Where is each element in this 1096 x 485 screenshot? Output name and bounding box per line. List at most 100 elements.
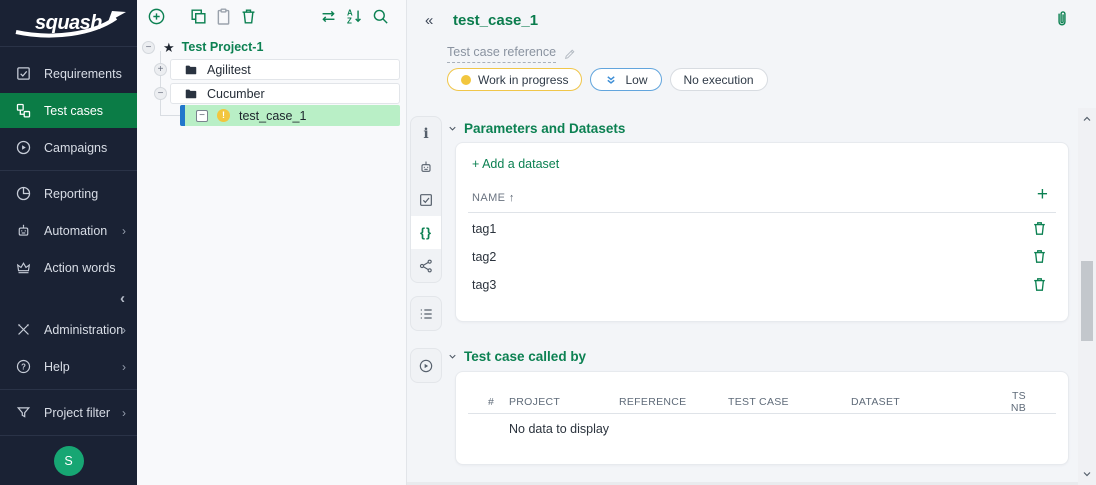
submenu-chevron-icon: › — [122, 406, 126, 420]
copy-button[interactable] — [189, 7, 208, 26]
anchor-group-executions — [410, 348, 442, 383]
automation-robot-icon — [15, 222, 32, 239]
attachments-paperclip-icon[interactable] — [1052, 9, 1072, 29]
sidebar-item-requirements[interactable]: Requirements — [0, 56, 137, 91]
dataset-name: tag2 — [472, 250, 496, 264]
share-icon — [418, 258, 434, 274]
table-header-divider — [468, 413, 1056, 414]
delete-dataset-icon[interactable] — [1031, 276, 1048, 293]
execution-badge-label: No execution — [684, 73, 754, 87]
information-tab[interactable]: i — [411, 117, 441, 150]
checkbox-minus-icon[interactable]: − — [196, 110, 208, 122]
sidebar-item-test-cases[interactable]: Test cases — [0, 93, 137, 128]
tree-connector — [160, 115, 180, 116]
tree-folder-cucumber[interactable]: Cucumber — [170, 83, 400, 104]
work-in-progress-status-icon: ! — [217, 109, 230, 122]
project-filter-funnel-icon — [15, 404, 32, 421]
submenu-chevron-icon: › — [122, 360, 126, 374]
folder-icon — [184, 63, 198, 77]
tree-root-project[interactable]: ★ Test Project-1 — [163, 37, 263, 57]
collapse-panel-button[interactable]: « — [425, 12, 433, 29]
chevron-down-icon — [447, 351, 458, 362]
sidebar-item-automation[interactable]: Automation › — [0, 213, 137, 248]
create-new-button[interactable] — [147, 7, 166, 26]
dataset-row[interactable]: tag1 — [456, 215, 1068, 243]
sidebar-item-administration[interactable]: Administration › — [0, 312, 137, 347]
column-reference: REFERENCE — [619, 396, 728, 408]
test-case-label: test_case_1 — [239, 109, 306, 123]
sidebar-item-help[interactable]: ? Help › — [0, 349, 137, 384]
dataset-row[interactable]: tag2 — [456, 243, 1068, 271]
automation-tab[interactable] — [411, 150, 441, 183]
steps-list-tab[interactable] — [411, 297, 441, 330]
sidebar-item-project-filter[interactable]: Project filter › — [0, 395, 137, 430]
sidebar-collapse-row: ‹ — [0, 287, 137, 310]
anchor-group-main: i {} — [410, 116, 442, 283]
app-logo[interactable]: squash — [0, 0, 137, 47]
dataset-name: tag1 — [472, 222, 496, 236]
search-button[interactable] — [371, 7, 390, 26]
folder-label: Cucumber — [207, 87, 265, 101]
name-column-label: NAME — [472, 192, 505, 204]
list-icon — [418, 306, 434, 322]
edit-pencil-icon[interactable] — [563, 47, 577, 61]
collapse-sidebar-icon[interactable]: ‹ — [120, 290, 125, 307]
called-by-share-tab[interactable] — [411, 249, 441, 282]
paste-button[interactable] — [214, 7, 233, 26]
scroll-up-icon[interactable] — [1081, 113, 1093, 125]
tree-connector — [160, 51, 161, 116]
vertical-scrollbar[interactable] — [1078, 108, 1096, 485]
tree-item-test-case-1-selected[interactable]: − ! test_case_1 — [180, 105, 400, 126]
sidebar-item-label: Campaigns — [44, 141, 107, 155]
delete-button[interactable] — [239, 7, 258, 26]
campaigns-icon — [15, 139, 32, 156]
name-column-header[interactable]: NAME ↑ — [472, 192, 515, 204]
table-header-divider — [468, 212, 1056, 213]
dataset-row[interactable]: tag3 — [456, 271, 1068, 299]
test-case-tree-panel: AZ − ★ Test Project-1 + Agilitest − Cucu… — [137, 0, 407, 485]
folder-label: Agilitest — [207, 63, 251, 77]
importance-badge[interactable]: Low — [590, 68, 661, 91]
tree-folder-agilitest[interactable]: Agilitest — [170, 59, 400, 80]
expand-node-button[interactable]: + — [154, 63, 167, 76]
badges-row: Work in progress Low No execution — [447, 68, 768, 91]
delete-dataset-icon[interactable] — [1031, 248, 1048, 265]
svg-text:Z: Z — [347, 17, 352, 26]
empty-table-message: No data to display — [509, 422, 609, 436]
sidebar-item-action-words[interactable]: Action words — [0, 250, 137, 285]
anchor-group-steps — [410, 296, 442, 331]
transfer-button[interactable] — [319, 7, 338, 26]
sidebar-item-reporting[interactable]: Reporting — [0, 176, 137, 211]
verified-requirements-tab[interactable] — [411, 183, 441, 216]
add-dataset-row-button[interactable]: + — [1037, 185, 1048, 204]
sort-az-button[interactable]: AZ — [345, 7, 364, 26]
called-by-card: # PROJECT REFERENCE TEST CASE DATASET TS… — [455, 371, 1069, 465]
sidebar-item-campaigns[interactable]: Campaigns — [0, 130, 137, 165]
column-dataset: DATASET — [851, 396, 1001, 408]
dataset-name: tag3 — [472, 278, 496, 292]
test-case-reference-field[interactable]: Test case reference — [447, 45, 556, 63]
double-chevron-down-icon — [604, 73, 618, 87]
requirements-icon — [15, 65, 32, 82]
sidebar-nav: Requirements Test cases Campaigns Report… — [0, 54, 137, 432]
scroll-down-icon[interactable] — [1081, 468, 1093, 480]
parameters-tab-active[interactable]: {} — [411, 216, 441, 249]
executions-tab[interactable] — [411, 349, 441, 382]
submenu-chevron-icon: › — [122, 224, 126, 238]
execution-badge[interactable]: No execution — [670, 68, 768, 91]
add-dataset-link[interactable]: + Add a dataset — [472, 157, 559, 171]
collapse-node-button[interactable]: − — [142, 41, 155, 54]
chevron-down-icon — [447, 123, 458, 134]
sidebar-item-label: Help — [44, 360, 70, 374]
test-case-detail-panel: « test_case_1 Test case reference Work i… — [407, 0, 1096, 485]
help-icon: ? — [15, 358, 32, 375]
play-circle-icon — [418, 358, 434, 374]
section-called-by[interactable]: Test case called by — [447, 349, 586, 364]
collapse-node-button[interactable]: − — [154, 87, 167, 100]
datasets-card: + Add a dataset NAME ↑ + tag1 tag2 tag3 — [455, 142, 1069, 322]
delete-dataset-icon[interactable] — [1031, 220, 1048, 237]
avatar[interactable]: S — [54, 446, 84, 476]
section-parameters-datasets[interactable]: Parameters and Datasets — [447, 121, 625, 136]
status-badge[interactable]: Work in progress — [447, 68, 582, 91]
scrollbar-thumb[interactable] — [1081, 261, 1093, 341]
